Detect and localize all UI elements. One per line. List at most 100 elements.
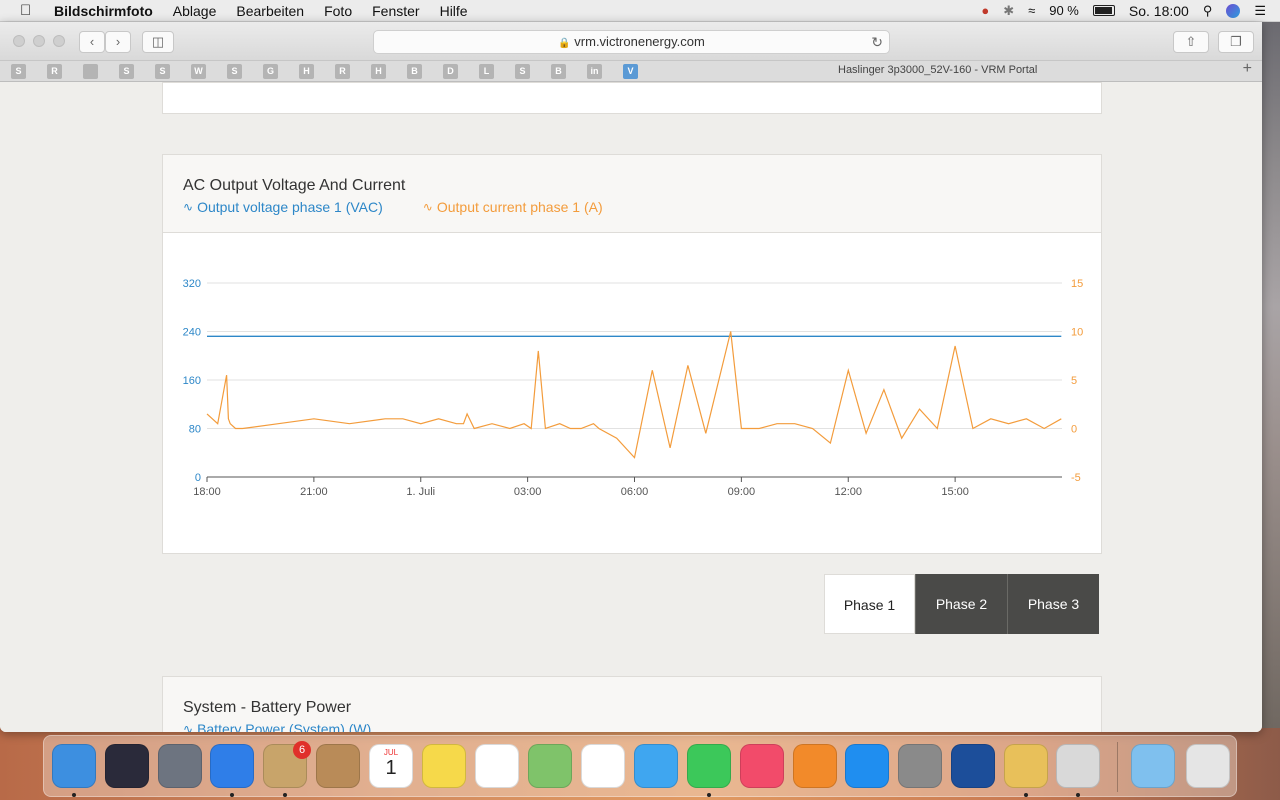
dock-papierkorb-icon[interactable]	[1186, 744, 1230, 788]
ac-output-chart[interactable]: 320 240 160 80 0 15 10 5 0 -5 18:00 21:00 1. Juli 03:…	[163, 233, 1101, 553]
legend-label-battery-power: Battery Power (System) (W)	[197, 721, 372, 732]
window-close-button[interactable]	[13, 35, 25, 47]
battery-percent: 90 %	[1049, 3, 1079, 18]
legend-item-battery-power[interactable]: ∿ Battery Power (System) (W)	[183, 721, 371, 732]
dock-kalender-icon[interactable]: JUL 1	[369, 744, 413, 788]
bookmark-icon[interactable]: V	[623, 64, 638, 79]
page-content: AC Output Voltage And Current ∿ Output v…	[0, 82, 1262, 732]
bookmark-icon[interactable]: B	[551, 64, 566, 79]
bookmark-icon[interactable]: S	[155, 64, 170, 79]
bookmark-icon[interactable]: R	[335, 64, 350, 79]
line-series-icon: ∿	[183, 200, 194, 214]
dock-karten-icon[interactable]	[528, 744, 572, 788]
legend-label-current: Output current phase 1 (A)	[436, 199, 603, 215]
dock-launchpad-icon[interactable]	[158, 744, 202, 788]
share-button[interactable]: ⇧	[1173, 31, 1209, 53]
bookmark-icon[interactable]: H	[299, 64, 314, 79]
notification-center-icon[interactable]: ☰	[1254, 3, 1266, 19]
dock-victronconnect-icon[interactable]	[951, 744, 995, 788]
x-tick-label: 03:00	[514, 486, 542, 498]
window-zoom-button[interactable]	[53, 35, 65, 47]
battery-power-card: System - Battery Power ∿ Battery Power (…	[162, 676, 1102, 732]
menu-fenster[interactable]: Fenster	[372, 3, 419, 19]
y-right-tick-label: 10	[1071, 327, 1083, 339]
legend-item-current[interactable]: ∿ Output current phase 1 (A)	[423, 199, 603, 215]
dock-nachrichten-icon[interactable]	[634, 744, 678, 788]
x-tick-label: 15:00	[941, 486, 969, 498]
browser-window: ‹ › ◫ 🔒 vrm.victronenergy.com ↻ ⇧ ❐ SRSS…	[0, 22, 1262, 732]
bookmark-icon[interactable]: S	[515, 64, 530, 79]
legend-item-voltage[interactable]: ∿ Output voltage phase 1 (VAC)	[183, 199, 383, 215]
bookmark-icon[interactable]: R	[47, 64, 62, 79]
bluetooth-icon[interactable]: ✱	[1003, 3, 1014, 19]
battery-legend: ∿ Battery Power (System) (W)	[183, 721, 1101, 732]
dock-ibooks-icon[interactable]	[793, 744, 837, 788]
tabs-overview-button[interactable]: ❐	[1218, 31, 1254, 53]
window-minimize-button[interactable]	[33, 35, 45, 47]
dock-siri-icon[interactable]	[105, 744, 149, 788]
dock-itunes-icon[interactable]	[740, 744, 784, 788]
bookmark-icon[interactable]: H	[371, 64, 386, 79]
battery-icon[interactable]	[1092, 5, 1115, 16]
y-left-tick-label: 160	[183, 375, 201, 387]
sidebar-toggle-button[interactable]: ◫	[142, 31, 174, 53]
dock-ballon-icon[interactable]	[1004, 744, 1048, 788]
dock-notizen-icon[interactable]	[422, 744, 466, 788]
apple-menu-icon[interactable]: 	[20, 2, 36, 19]
menu-bearbeiten[interactable]: Bearbeiten	[236, 3, 304, 19]
dock-running-indicator	[72, 793, 76, 797]
dock-running-indicator	[1024, 793, 1028, 797]
legend-label-voltage: Output voltage phase 1 (VAC)	[197, 199, 383, 215]
menu-ablage[interactable]: Ablage	[173, 3, 217, 19]
bookmark-icon[interactable]: S	[11, 64, 26, 79]
desktop-wallpaper	[1262, 22, 1280, 734]
dock-systemeinstellungen-icon[interactable]	[898, 744, 942, 788]
menu-hilfe[interactable]: Hilfe	[440, 3, 468, 19]
tab-phase-3[interactable]: Phase 3	[1007, 574, 1099, 634]
reload-icon[interactable]: ↻	[871, 31, 883, 53]
bookmark-icon[interactable]: B	[407, 64, 422, 79]
bookmark-icon[interactable]: in	[587, 64, 602, 79]
dock-safari-icon[interactable]	[210, 744, 254, 788]
spotlight-search-icon[interactable]: ⚲	[1203, 3, 1213, 19]
ac-output-chart-card: AC Output Voltage And Current ∿ Output v…	[162, 154, 1102, 554]
y-right-tick-label: 0	[1071, 424, 1077, 436]
dock-finder-icon[interactable]	[52, 744, 96, 788]
bookmark-icon[interactable]: L	[479, 64, 494, 79]
dock-vorschau-icon[interactable]	[1056, 744, 1100, 788]
x-tick-label: 18:00	[193, 486, 221, 498]
dock-downloads-icon[interactable]	[1131, 744, 1175, 788]
forward-button[interactable]: ›	[105, 31, 131, 53]
dock-facetime-icon[interactable]	[687, 744, 731, 788]
dock-separator	[1117, 742, 1118, 792]
address-bar-url: vrm.victronenergy.com	[574, 34, 705, 49]
phase-tabs: Phase 1 Phase 2 Phase 3	[824, 574, 1099, 634]
status-app-icon[interactable]: ●	[981, 3, 989, 18]
bookmark-icon[interactable]: W	[191, 64, 206, 79]
dock-running-indicator	[1076, 793, 1080, 797]
clock[interactable]: So. 18:00	[1129, 3, 1189, 19]
bookmark-icon[interactable]: S	[227, 64, 242, 79]
lock-icon: 🔒	[558, 38, 571, 49]
dock-app-store-icon[interactable]	[845, 744, 889, 788]
dock-kontakte-icon[interactable]	[316, 744, 360, 788]
x-tick-label: 12:00	[834, 486, 862, 498]
dock-erinnerungen-icon[interactable]	[475, 744, 519, 788]
menu-foto[interactable]: Foto	[324, 3, 352, 19]
chart-title: AC Output Voltage And Current	[183, 177, 406, 194]
tab-phase-2[interactable]: Phase 2	[915, 574, 1007, 634]
x-tick-label: 21:00	[300, 486, 328, 498]
app-menu-name[interactable]: Bildschirmfoto	[54, 3, 153, 19]
bookmark-icon[interactable]: S	[119, 64, 134, 79]
wifi-icon[interactable]: ≈	[1028, 3, 1035, 18]
siri-icon[interactable]	[1226, 3, 1241, 18]
bookmark-icon[interactable]: D	[443, 64, 458, 79]
dock-fotos-icon[interactable]	[581, 744, 625, 788]
address-bar[interactable]: 🔒 vrm.victronenergy.com ↻	[373, 30, 890, 54]
bookmarks-bar: S R S S W S G H R H B D L S Bin V	[0, 60, 1262, 82]
line-series-icon: ∿	[183, 722, 194, 732]
bookmark-icon[interactable]: G	[263, 64, 278, 79]
bookmark-icon[interactable]	[83, 64, 98, 79]
back-button[interactable]: ‹	[79, 31, 105, 53]
tab-phase-1[interactable]: Phase 1	[824, 574, 915, 634]
